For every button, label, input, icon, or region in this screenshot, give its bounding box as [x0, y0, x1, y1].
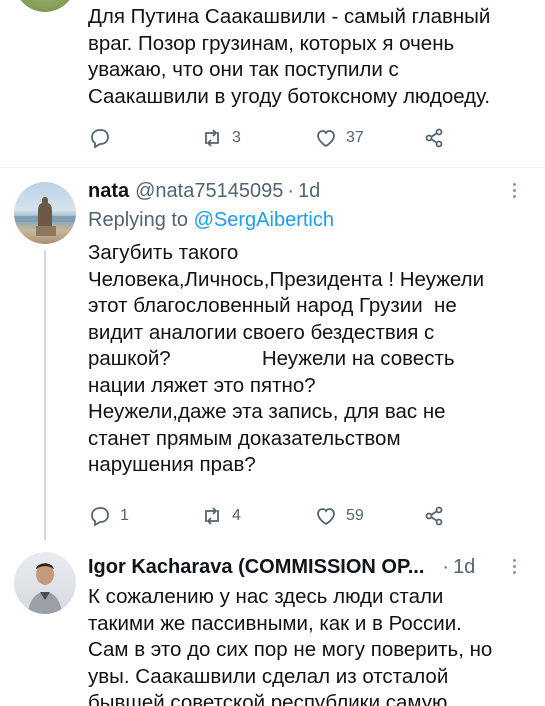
thread-line — [44, 250, 46, 540]
tweet-header: nata @nata75145095 · 1d — [88, 180, 320, 203]
replying-prefix: Replying to — [88, 209, 189, 231]
like-button[interactable]: 59 — [314, 502, 364, 530]
display-name[interactable]: nata — [88, 180, 129, 203]
retweet-count: 4 — [232, 507, 241, 524]
heart-icon — [317, 508, 335, 526]
reply-count: 1 — [120, 507, 129, 524]
statue-icon — [14, 197, 76, 236]
reply-icon — [91, 507, 109, 527]
share-button[interactable] — [422, 502, 446, 530]
retweet-button[interactable]: 4 — [200, 502, 241, 530]
timestamp[interactable]: 1d — [298, 180, 320, 203]
heart-icon — [317, 130, 335, 148]
tweet-text: Загубить такого Человека,Личнось,Президе… — [88, 241, 485, 476]
retweet-count: 3 — [232, 129, 241, 146]
user-handle[interactable]: @nata75145095 — [135, 180, 283, 203]
reply-button[interactable]: 1 — [88, 502, 129, 530]
retweet-icon — [205, 129, 219, 147]
tweet-text: К сожалению у нас здесь люди стали таким… — [88, 585, 493, 706]
reply-icon — [91, 129, 109, 149]
mention-link[interactable]: @SergAibertich — [194, 209, 334, 231]
more-options-icon[interactable] — [513, 180, 519, 201]
share-button[interactable] — [422, 124, 446, 152]
like-button[interactable]: 37 — [314, 124, 364, 152]
avatar[interactable] — [14, 552, 76, 614]
retweet-icon — [205, 507, 219, 525]
avatar[interactable] — [14, 182, 76, 244]
share-icon — [425, 128, 443, 148]
like-count: 59 — [346, 507, 364, 524]
tweet-header: Igor Kacharava (COMMISSION OP... · 1d — [88, 556, 475, 579]
separator-dot: · — [287, 180, 295, 202]
tweet-text: Для Путина Саакашвили - самый главный вр… — [88, 5, 491, 108]
replying-to: Replying to @SergAibertich — [88, 209, 334, 232]
timestamp[interactable]: 1d — [453, 556, 475, 579]
avatar[interactable] — [14, 0, 76, 12]
tweet-1[interactable]: Для Путина Саакашвили - самый главный вр… — [0, 0, 545, 168]
display-name[interactable]: Igor Kacharava (COMMISSION OP... — [88, 556, 424, 579]
retweet-button[interactable]: 3 — [200, 124, 241, 152]
tweet-3[interactable]: Igor Kacharava (COMMISSION OP... · 1d К … — [0, 540, 545, 706]
reply-button[interactable] — [88, 124, 120, 152]
like-count: 37 — [346, 129, 364, 146]
separator-dot: · — [442, 556, 450, 578]
more-options-icon[interactable] — [513, 556, 519, 577]
tweet-2[interactable]: nata @nata75145095 · 1d Replying to @Ser… — [0, 168, 545, 540]
share-icon — [425, 506, 443, 526]
person-icon — [28, 563, 62, 614]
